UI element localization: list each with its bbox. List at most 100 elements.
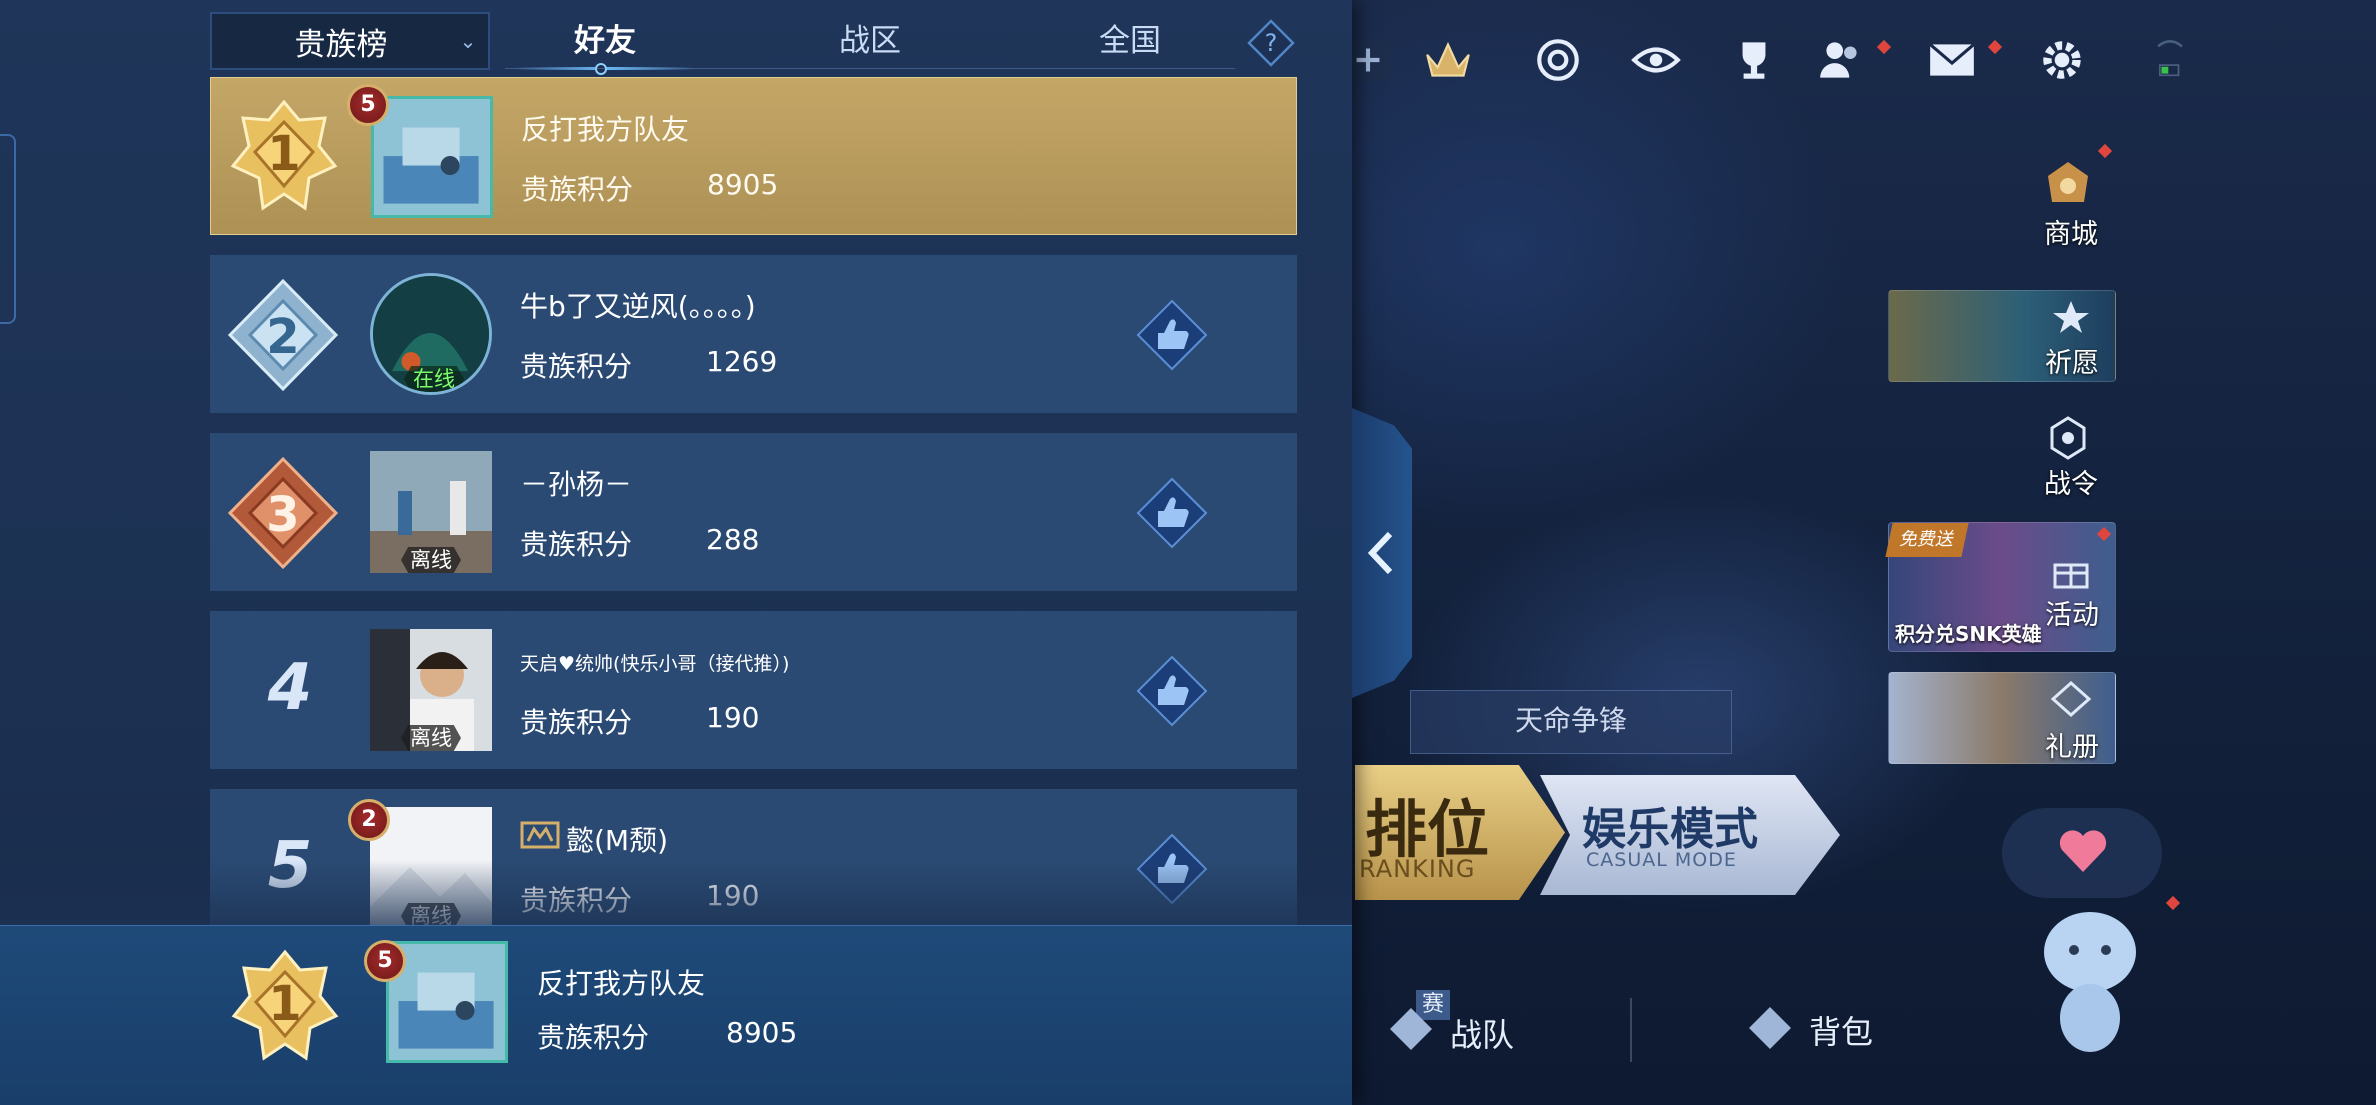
tab-friends-label: 好友 — [574, 23, 636, 59]
chevron-down-icon: ⌄ — [459, 29, 477, 53]
shop-icon — [2048, 162, 2088, 202]
heart-icon — [2059, 830, 2107, 872]
mascot-speech-bubble[interactable] — [2002, 808, 2162, 898]
event-banner[interactable]: 天命争锋 — [1410, 690, 1732, 754]
eye-icon[interactable] — [1628, 32, 1684, 88]
score-value: 8905 — [726, 1016, 798, 1049]
star-icon — [2053, 301, 2089, 333]
shop-label: 商城 — [2044, 219, 2098, 250]
bag-icon — [1749, 1007, 1791, 1049]
player-name: 反打我方队友 — [537, 967, 706, 1000]
status-tag: 在线 — [404, 366, 464, 392]
activity-label: 活动 — [2045, 600, 2099, 631]
tab-war-zone[interactable]: 战区 — [770, 16, 970, 70]
wish-entry[interactable]: 祈愿 — [1888, 290, 2116, 382]
score-label: 贵族积分 — [520, 528, 633, 561]
avatar[interactable] — [371, 96, 493, 218]
notification-dot — [2096, 526, 2112, 542]
notification-dot — [1987, 39, 2003, 55]
notification-dot — [1876, 39, 1892, 55]
score-label: 贵族积分 — [520, 350, 633, 383]
tab-nationwide[interactable]: 全国 — [1030, 16, 1230, 70]
score-label: 贵族积分 — [537, 1021, 650, 1054]
dropdown-label: 贵族榜 — [294, 26, 388, 63]
gear-icon[interactable] — [2034, 32, 2090, 88]
help-icon[interactable]: ? — [1246, 18, 1296, 68]
thumbs-up-icon[interactable] — [1134, 475, 1210, 551]
svg-text:?: ? — [1265, 29, 1278, 57]
rank-number: 4 — [267, 651, 313, 725]
active-tab-indicator — [595, 63, 607, 75]
avatar[interactable]: 离线 — [370, 629, 492, 751]
mascot-character[interactable] — [2030, 900, 2150, 1060]
score-value: 288 — [706, 523, 760, 556]
team-icon — [1390, 1008, 1432, 1050]
mail-icon[interactable] — [1924, 32, 1980, 88]
friends-icon[interactable] — [1814, 32, 1870, 88]
battle-pass-label: 战令 — [2044, 469, 2098, 500]
score-label: 贵族积分 — [520, 706, 633, 739]
bag-label: 背包 — [1809, 1013, 1874, 1051]
casual-mode-button[interactable]: 娱乐模式 CASUAL MODE — [1540, 775, 1840, 895]
activity-entry[interactable]: 免费送 活动 积分兑SNK英雄 — [1885, 522, 2116, 652]
wish-label: 祈愿 — [2045, 348, 2099, 379]
thumbs-up-icon[interactable] — [1134, 653, 1210, 729]
tab-nationwide-label: 全国 — [1099, 23, 1161, 59]
notification-dot — [2097, 143, 2113, 159]
score-value: 8905 — [707, 168, 779, 201]
avatar-image — [389, 944, 505, 1060]
avatar[interactable]: 离线 — [370, 451, 492, 573]
player-name: 天启♥统帅(快乐小哥（接代推）) — [520, 653, 790, 675]
ranking-mode-en: RANKING — [1359, 855, 1476, 883]
divider — [1630, 998, 1632, 1062]
book-icon — [2051, 681, 2091, 717]
svg-text:2: 2 — [266, 309, 299, 365]
tab-friends[interactable]: 好友 — [505, 16, 705, 75]
battle-pass-icon — [2050, 416, 2086, 460]
notification-dot — [2165, 895, 2181, 911]
svg-text:1: 1 — [268, 976, 301, 1032]
leaderboard-row[interactable]: 4 离线 天启♥统帅(快乐小哥（接代推）) 贵族积分 190 — [210, 611, 1297, 769]
leaderboard-row[interactable]: 2 在线 牛b了又逆风(。。。。) 贵族积分 1269 — [210, 255, 1297, 413]
noble-emblem-icon — [520, 821, 560, 849]
player-name: －孙杨－ — [520, 468, 633, 501]
thumbs-up-icon[interactable] — [1134, 297, 1210, 373]
player-name: 懿(M颓) — [566, 824, 669, 857]
battle-pass-entry[interactable]: 战令 — [1888, 412, 2114, 502]
rank-gold-icon: 1 — [230, 99, 338, 211]
shop-entry[interactable]: 商城 — [1888, 143, 2114, 250]
score-value: 190 — [706, 701, 760, 734]
activity-tag: 免费送 — [1885, 523, 1969, 557]
level-badge: 5 — [364, 940, 406, 982]
casual-mode-label: 娱乐模式 — [1582, 804, 1758, 855]
bag-button[interactable]: 背包 — [1745, 995, 1905, 1065]
tab-divider — [505, 68, 1235, 69]
casual-mode-en: CASUAL MODE — [1586, 849, 1737, 871]
ranking-mode-button[interactable]: 排位 RANKING — [1355, 765, 1565, 900]
trophy-icon[interactable] — [1726, 32, 1782, 88]
leaderboard-type-dropdown[interactable]: 贵族榜 ⌄ — [210, 12, 490, 70]
crown-icon[interactable] — [1420, 32, 1476, 88]
rank-bronze-icon: 3 — [227, 456, 339, 570]
rank-gold-icon: 1 — [231, 949, 339, 1061]
target-icon[interactable] — [1530, 32, 1586, 88]
svg-text:1: 1 — [267, 126, 300, 182]
team-button[interactable]: 赛 战队 — [1380, 990, 1540, 1060]
gift-book-entry[interactable]: 礼册 — [1888, 672, 2116, 764]
status-tag: 离线 — [401, 547, 461, 573]
my-rank-bar: 1 5 反打我方队友 贵族积分 8905 — [0, 925, 1352, 1105]
status-tag: 离线 — [401, 725, 461, 751]
panel-edge-handle — [0, 134, 16, 324]
leaderboard-row[interactable]: 1 5 反打我方队友 贵族积分 8905 — [210, 77, 1297, 235]
player-name: 反打我方队友 — [521, 113, 690, 146]
gift-icon — [2053, 563, 2089, 589]
avatar[interactable]: 在线 — [370, 273, 492, 395]
collapse-panel-button[interactable] — [1352, 408, 1412, 698]
chevron-left-icon — [1367, 531, 1393, 575]
list-fade-overlay — [0, 860, 1352, 926]
level-badge: 5 — [347, 84, 389, 126]
svg-text:3: 3 — [266, 487, 299, 543]
tab-war-zone-label: 战区 — [839, 23, 901, 59]
player-name: 牛b了又逆风(。。。。) — [520, 290, 756, 323]
leaderboard-row[interactable]: 3 离线 －孙杨－ 贵族积分 288 — [210, 433, 1297, 591]
